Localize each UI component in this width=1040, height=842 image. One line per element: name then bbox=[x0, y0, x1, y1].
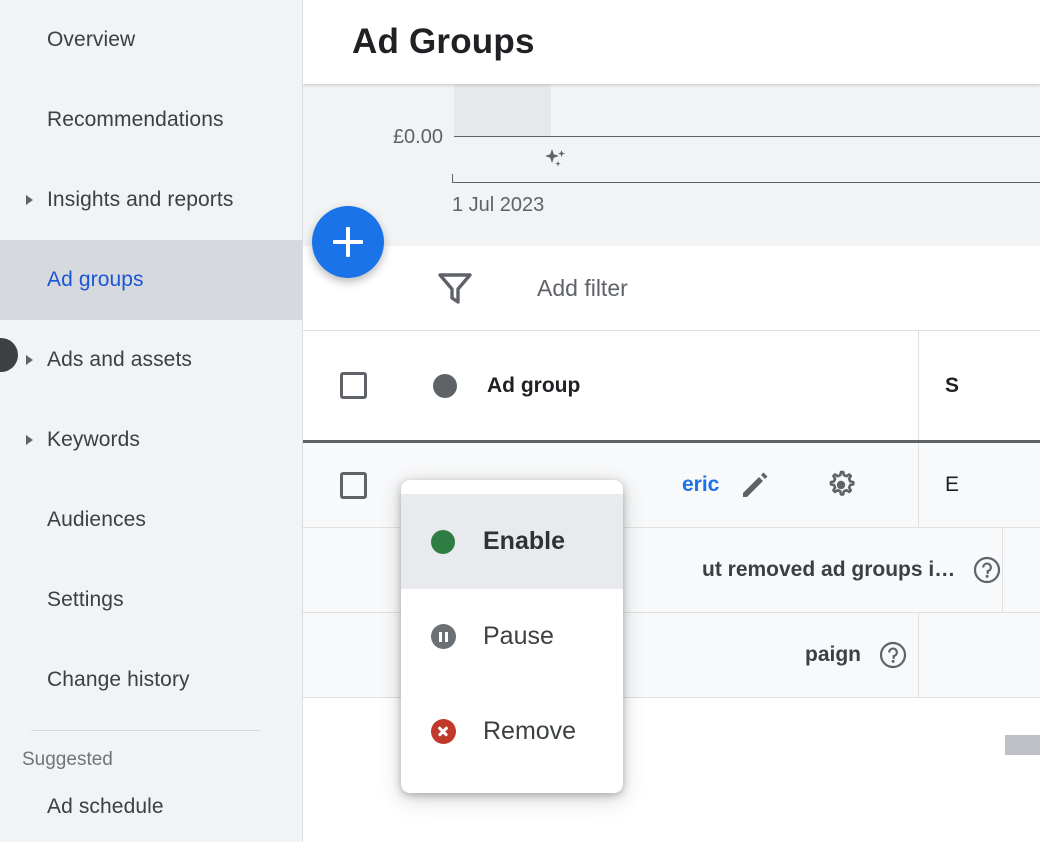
row-status-cell bbox=[1002, 528, 1040, 612]
sidebar-section-title: Suggested bbox=[22, 749, 113, 770]
gear-icon[interactable] bbox=[824, 468, 858, 502]
chart-column-highlight bbox=[454, 84, 551, 137]
sidebar-item-label: Ad groups bbox=[47, 268, 144, 291]
select-all-checkbox[interactable] bbox=[339, 372, 367, 399]
sidebar-item-overview[interactable]: Overview bbox=[0, 0, 302, 80]
sidebar-item-label: Keywords bbox=[47, 428, 141, 451]
help-circle-icon[interactable] bbox=[878, 640, 908, 670]
status-dropdown-menu: Enable Pause Remove bbox=[401, 480, 623, 793]
row-status-cell: E bbox=[918, 443, 1040, 527]
pause-circle-icon bbox=[430, 624, 456, 650]
sidebar-item-label: Recommendations bbox=[47, 108, 224, 131]
add-ad-group-fab[interactable] bbox=[312, 206, 384, 278]
expand-caret-icon[interactable] bbox=[22, 432, 38, 448]
remove-circle-icon bbox=[430, 719, 456, 745]
sidebar-item-label: Overview bbox=[47, 28, 136, 51]
sidebar-item-change-history[interactable]: Change history bbox=[0, 640, 302, 720]
row-checkbox[interactable] bbox=[339, 471, 367, 499]
menu-item-label: Pause bbox=[483, 622, 554, 650]
sidebar-item-keywords[interactable]: Keywords bbox=[0, 400, 302, 480]
filter-funnel-icon[interactable] bbox=[434, 268, 476, 308]
sidebar-item-audiences[interactable]: Audiences bbox=[0, 480, 302, 560]
sidebar-item-ads-and-assets[interactable]: Ads and assets bbox=[0, 320, 302, 400]
help-circle-icon[interactable] bbox=[972, 555, 1002, 585]
row-note-text: paign bbox=[805, 643, 861, 666]
menu-item-pause[interactable]: Pause bbox=[401, 589, 623, 684]
pencil-icon[interactable] bbox=[739, 469, 771, 501]
row-select-cell bbox=[303, 471, 403, 499]
row-status-cell bbox=[918, 613, 1040, 697]
sidebar-item-label: Audiences bbox=[47, 508, 146, 531]
sparkle-icon bbox=[543, 148, 569, 177]
sidebar-item-settings[interactable]: Settings bbox=[0, 560, 302, 640]
table-header-row: Ad group S bbox=[303, 331, 1040, 443]
status-dot-icon bbox=[433, 373, 457, 398]
horizontal-scrollbar-thumb[interactable] bbox=[1005, 735, 1040, 755]
sidebar-item-label: Change history bbox=[47, 668, 190, 691]
performance-chart: £0.00 1 Jul 2023 bbox=[303, 84, 1040, 246]
enabled-dot-icon bbox=[430, 529, 456, 555]
sidebar-item-ad-groups[interactable]: Ad groups bbox=[0, 240, 302, 320]
main-content: Ad Groups £0.00 1 Jul 2023 Add filter Ad… bbox=[303, 0, 1040, 842]
sidebar-item-ad-schedule[interactable]: Ad schedule bbox=[0, 771, 302, 842]
ad-group-name-link[interactable]: eric bbox=[682, 473, 719, 497]
add-filter-button[interactable]: Add filter bbox=[537, 275, 628, 302]
sidebar-item-label: Ad schedule bbox=[47, 795, 164, 818]
expand-caret-icon[interactable] bbox=[22, 192, 38, 208]
sidebar-item-insights-and-reports[interactable]: Insights and reports bbox=[0, 160, 302, 240]
sidebar-item-label: Ads and assets bbox=[47, 348, 192, 371]
status-icon-column-header bbox=[403, 373, 487, 398]
sidebar-navigation: Overview Recommendations Insights and re… bbox=[0, 0, 303, 842]
column-header-ad-group[interactable]: Ad group bbox=[487, 374, 918, 398]
select-all-cell bbox=[303, 372, 403, 399]
chart-baseline bbox=[452, 182, 1040, 183]
menu-item-label: Enable bbox=[483, 527, 565, 555]
row-note-text: ut removed ad groups i… bbox=[702, 558, 956, 581]
page-title: Ad Groups bbox=[352, 22, 535, 61]
chart-y-axis-label: £0.00 bbox=[392, 126, 443, 148]
chart-x-axis-label: 1 Jul 2023 bbox=[452, 194, 545, 216]
filter-bar: Add filter bbox=[303, 246, 1040, 331]
app-root: Overview Recommendations Insights and re… bbox=[0, 0, 1040, 842]
chart-axis-line bbox=[454, 136, 1040, 137]
page-header: Ad Groups bbox=[303, 0, 1040, 84]
expand-caret-icon[interactable] bbox=[22, 352, 38, 368]
menu-item-remove[interactable]: Remove bbox=[401, 684, 623, 779]
sidebar-item-recommendations[interactable]: Recommendations bbox=[0, 80, 302, 160]
sidebar-item-label: Settings bbox=[47, 588, 124, 611]
menu-item-label: Remove bbox=[483, 717, 577, 745]
menu-item-enable[interactable]: Enable bbox=[401, 494, 623, 589]
column-header-status[interactable]: S bbox=[918, 331, 1040, 440]
sidebar-item-label: Insights and reports bbox=[47, 188, 234, 211]
